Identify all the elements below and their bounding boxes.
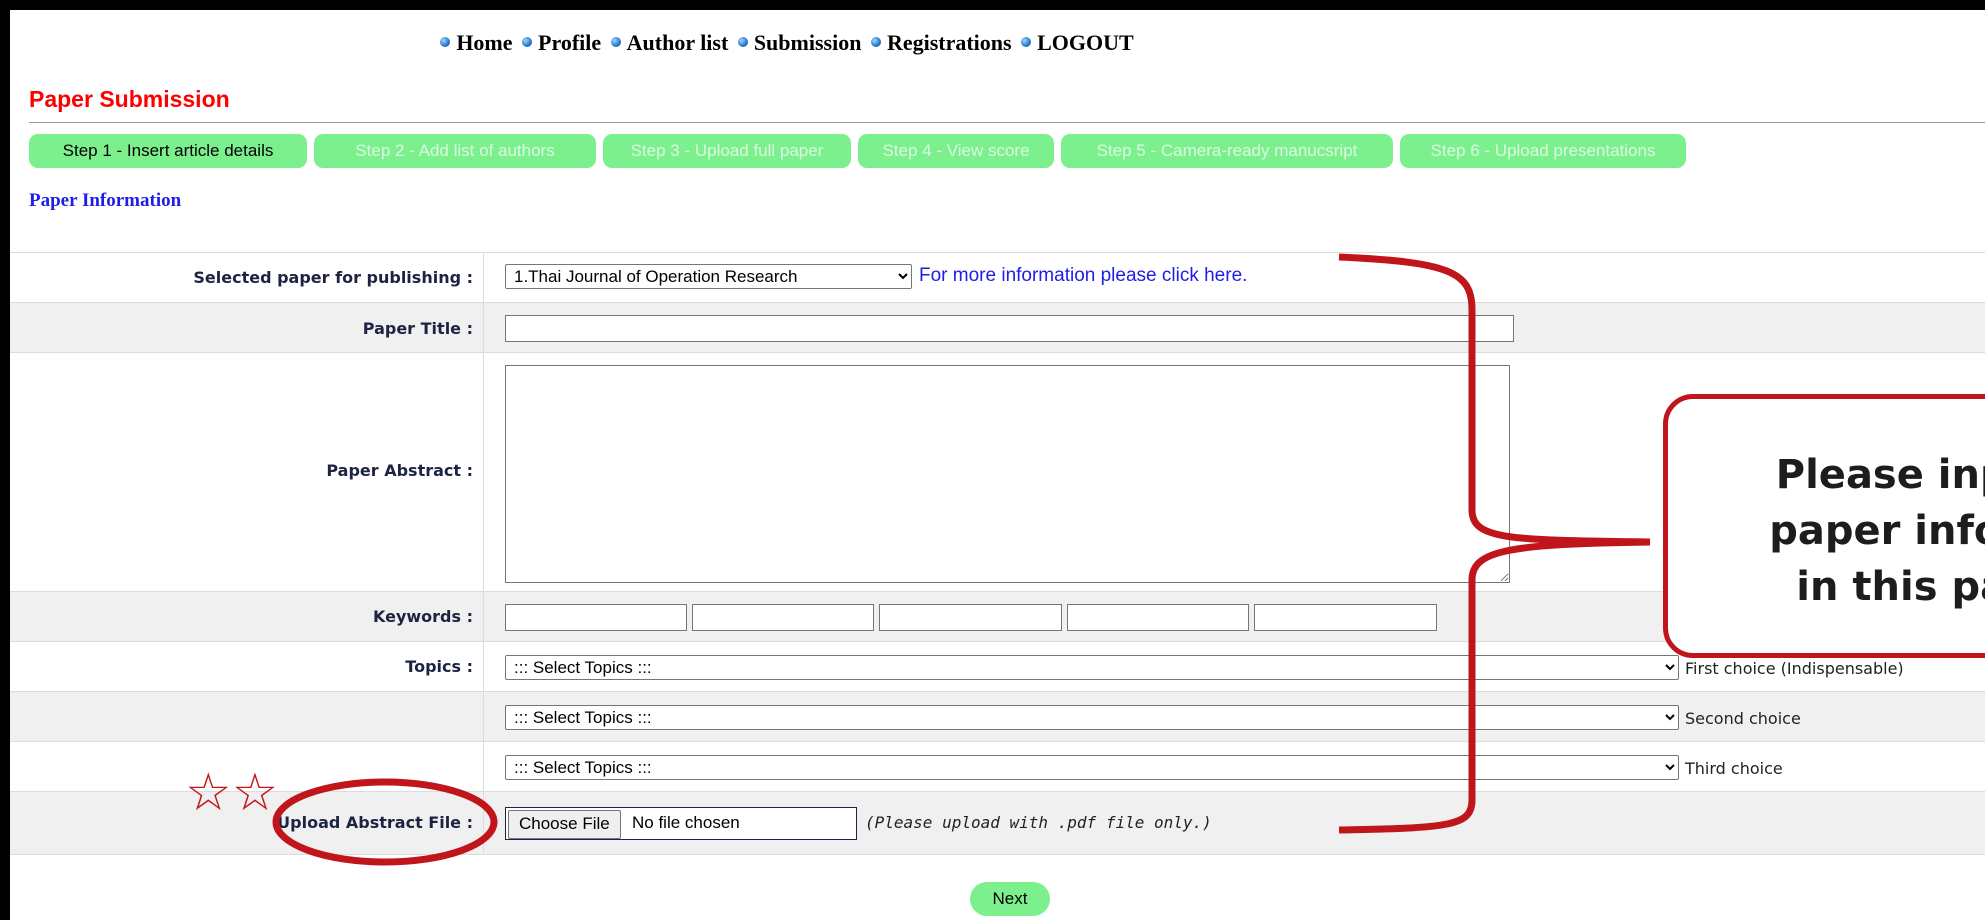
callout-line-2: paper inform xyxy=(1769,508,1985,554)
upload-label-circle xyxy=(272,778,498,866)
bracket-annotation xyxy=(1338,253,1651,834)
callout-box: Please input paper inform in this pag xyxy=(1663,394,1985,658)
callout-line-3: in this pag xyxy=(1796,564,1985,610)
star-icons: ☆☆ xyxy=(185,763,278,823)
callout-text: Please input paper inform in this pag xyxy=(1706,447,1985,615)
callout-line-1: Please input xyxy=(1775,452,1985,498)
browser-page: Home Profile Author list Submission Regi… xyxy=(10,10,1985,920)
